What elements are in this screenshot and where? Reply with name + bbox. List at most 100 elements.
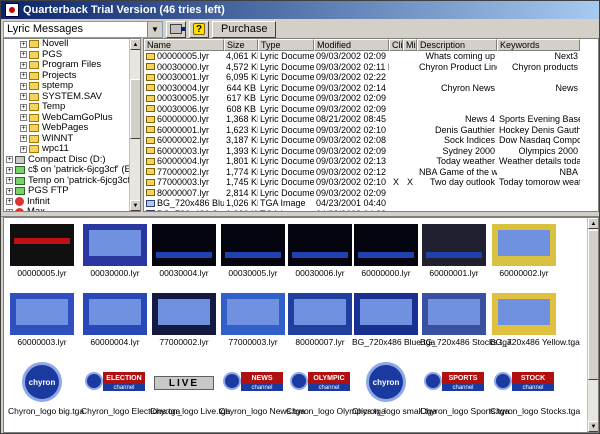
thumbnail-item[interactable]: NEWS channel Chyron_logo News.tga (219, 362, 305, 416)
thumbnail-item[interactable]: BG_720x486 Stocks.tga (420, 293, 512, 347)
scroll-up-icon[interactable]: ▲ (130, 39, 140, 50)
thumbnail-scrollbar[interactable]: ▲ ▼ (587, 218, 598, 432)
tree-item[interactable]: + PGS FTP (4, 185, 130, 197)
thumbnail-image[interactable] (354, 293, 418, 335)
expand-icon[interactable]: + (6, 156, 13, 164)
expand-icon[interactable]: + (20, 72, 27, 80)
tree-item[interactable]: + Infinit (4, 196, 130, 208)
expand-icon[interactable]: + (20, 93, 27, 101)
table-row[interactable]: 00030005.lyr 617 KB Lyric Document09/03/20… (144, 93, 598, 104)
thumbnail-item[interactable]: 60000000.lyr (352, 224, 420, 278)
table-row[interactable]: 80000007.lyr 2,814 KBLyric Document09/03/… (144, 188, 598, 199)
expand-icon[interactable]: + (20, 82, 27, 90)
expand-icon[interactable]: + (6, 198, 13, 206)
tree-item[interactable]: + sptemp (4, 80, 130, 92)
tree-scroll-thumb[interactable] (130, 79, 140, 139)
thumbnail-item[interactable]: SPORTS channel Chyron_logo Sports.tga (420, 362, 509, 416)
thumbnail-item[interactable]: OLYMPIC channel Chyron_logo Olympics.tga (286, 362, 386, 416)
thumbnail-image[interactable] (10, 224, 74, 266)
table-row[interactable]: 60000000.lyr 1,368 KBLyric Document08/21/… (144, 114, 598, 125)
expand-icon[interactable]: + (20, 145, 27, 153)
thumbnail-image[interactable] (354, 224, 418, 266)
table-row[interactable]: 77000003.lyr 1,745 KBLyric Document09/03/… (144, 177, 598, 188)
thumbnail-image[interactable] (152, 293, 216, 335)
table-row[interactable]: 00030001.lyr 6,095 KBLyric Document09/03/… (144, 72, 598, 83)
expand-icon[interactable]: + (20, 61, 27, 69)
thumbnail-image[interactable]: NEWS channel (221, 362, 285, 404)
thumbnail-item[interactable]: 00030006.lyr (286, 224, 354, 278)
tree-item[interactable]: + WebPages (4, 122, 130, 134)
scroll-down-icon[interactable]: ▼ (588, 421, 598, 432)
thumbnail-image[interactable]: chyron (10, 362, 74, 404)
folder-tree[interactable]: + Novell + PGS + Program Files + Projects + sptem… (3, 38, 141, 212)
column-header-keywords[interactable]: Keywords (497, 39, 580, 51)
thumbnail-item[interactable]: 60000003.lyr (8, 293, 76, 347)
thumbnail-image[interactable] (221, 224, 285, 266)
scroll-up-icon[interactable]: ▲ (588, 218, 598, 229)
table-row[interactable]: BG_720x486 Stocks...1,026 KBTGA Image04/… (144, 209, 598, 211)
thumbnail-image[interactable] (83, 293, 147, 335)
thumbnail-item[interactable]: 60000004.lyr (81, 293, 149, 347)
thumbnail-image[interactable] (422, 293, 486, 335)
column-header-modified[interactable]: Modified (314, 39, 389, 51)
thumbnail-scroll-thumb[interactable] (588, 230, 598, 380)
thumbnail-item[interactable]: STOCK channel Chyron_logo Stocks.tga (490, 362, 580, 416)
tree-item[interactable]: + Temp (4, 101, 130, 113)
thumbnail-image[interactable]: OLYMPIC channel (288, 362, 352, 404)
thumbnail-image[interactable] (152, 224, 216, 266)
column-header-size[interactable]: Size (224, 39, 258, 51)
thumbnail-image[interactable] (288, 293, 352, 335)
tree-item[interactable]: + Novell (4, 39, 130, 50)
thumbnail-image[interactable]: LIVE (152, 362, 216, 404)
browse-folder-button[interactable] (166, 20, 186, 38)
thumbnail-image[interactable]: chyron (354, 362, 418, 404)
tree-item[interactable]: + Max (4, 206, 130, 211)
thumbnail-image[interactable] (288, 224, 352, 266)
purchase-button[interactable]: Purchase (212, 20, 277, 38)
thumbnail-image[interactable]: ELECTION channel (83, 362, 147, 404)
thumbnail-item[interactable]: ELECTION channel Chyron_logo Elections.tga (81, 362, 180, 416)
thumbnail-item[interactable]: chyron Chyron_logo small.tga (352, 362, 437, 416)
thumbnail-item[interactable]: 00030004.lyr (150, 224, 218, 278)
table-row[interactable]: 00030004.lyr 644 KB Lyric Document09/03/20… (144, 83, 598, 94)
category-combo[interactable]: Lyric Messages ▼ (3, 20, 163, 38)
tree-scrollbar[interactable]: ▲ ▼ (129, 39, 140, 211)
thumbnail-image[interactable] (422, 224, 486, 266)
thumbnail-item[interactable]: 80000007.lyr (286, 293, 354, 347)
column-header-type[interactable]: Type (258, 39, 314, 51)
tree-item[interactable]: + SYSTEM.SAV (4, 91, 130, 103)
table-row[interactable]: 60000001.lyr 1,623 KBLyric Document09/03/… (144, 125, 598, 136)
thumbnail-item[interactable]: 60000001.lyr (420, 224, 488, 278)
thumbnail-item[interactable]: 77000002.lyr (150, 293, 218, 347)
column-header-mix[interactable]: Mix (403, 39, 417, 51)
table-row[interactable]: 60000003.lyr 1,393 KBLyric Document09/03/… (144, 146, 598, 157)
expand-icon[interactable]: + (20, 103, 27, 111)
help-button[interactable]: ? (189, 20, 209, 38)
expand-icon[interactable]: + (6, 187, 13, 195)
file-list[interactable]: NameSizeTypeModifiedClipMixDescriptionKe… (143, 38, 599, 212)
thumbnail-item[interactable]: BG_720x486 Blue.tga (352, 293, 435, 347)
tree-item[interactable]: + c$ on 'patrick-6jcg3cf' (E:) (4, 164, 137, 176)
thumbnail-item[interactable]: 60000002.lyr (490, 224, 558, 278)
expand-icon[interactable]: + (20, 114, 27, 122)
expand-icon[interactable]: + (20, 124, 27, 132)
thumbnail-item[interactable]: 00030000.lyr (81, 224, 149, 278)
thumbnail-image[interactable] (83, 224, 147, 266)
table-row[interactable]: BG_720x486 Blue.tga1,026 KBTGA Image04/2… (144, 198, 598, 209)
tree-item[interactable]: + Program Files (4, 59, 130, 71)
table-row[interactable]: 00030000.lyr 4,572 KBLyric Document09/03/… (144, 62, 598, 73)
expand-icon[interactable]: + (6, 177, 13, 185)
thumbnail-image[interactable]: SPORTS channel (422, 362, 486, 404)
column-header-clip[interactable]: Clip (389, 39, 403, 51)
thumbnail-item[interactable]: 00030005.lyr (219, 224, 287, 278)
tree-item[interactable]: + wpc11 (4, 143, 130, 155)
thumbnail-image[interactable] (492, 224, 556, 266)
thumbnail-item[interactable]: LIVE Chyron_logo Live.tga (150, 362, 230, 416)
thumbnail-item[interactable]: 77000003.lyr (219, 293, 287, 347)
thumbnail-view[interactable]: 00000005.lyr 00030000.lyr 00030004.lyr 0003… (3, 217, 599, 433)
thumbnail-image[interactable]: STOCK channel (492, 362, 556, 404)
thumbnail-item[interactable]: BG_720x486 Yellow.tga (490, 293, 580, 347)
expand-icon[interactable]: + (6, 208, 13, 211)
expand-icon[interactable]: + (20, 51, 27, 59)
thumbnail-item[interactable]: chyron Chyron_logo big.tga (8, 362, 84, 416)
